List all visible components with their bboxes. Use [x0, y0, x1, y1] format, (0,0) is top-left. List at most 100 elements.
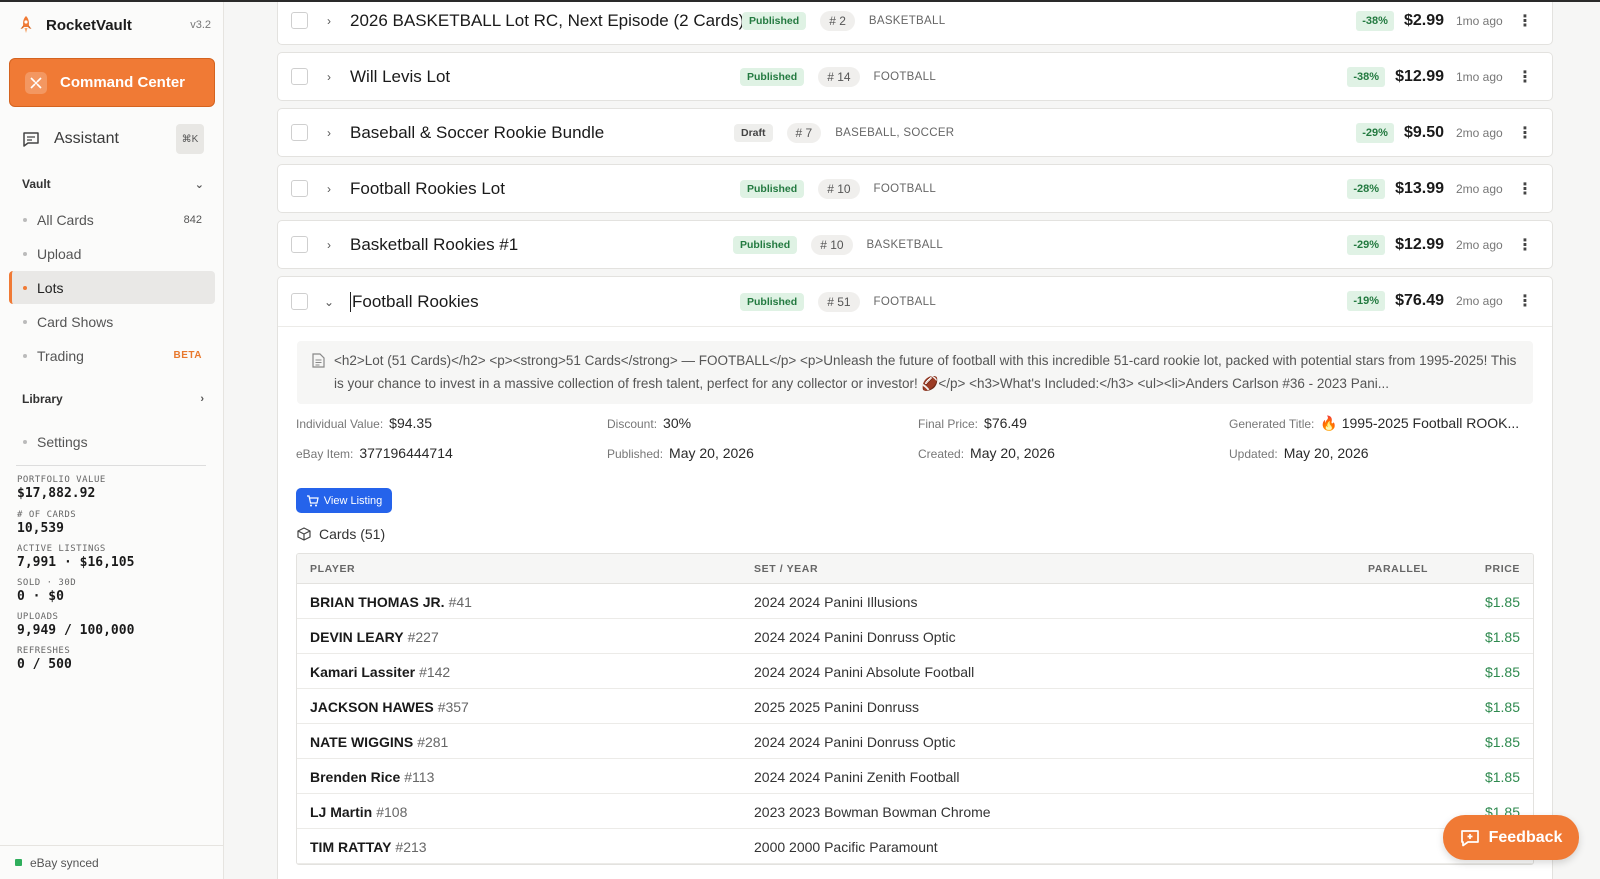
stat-value: $17,882.92 [17, 486, 96, 501]
sync-status-label: eBay synced [30, 855, 99, 870]
table-row[interactable]: BRIAN THOMAS JR. #41 2024 2024 Panini Ill… [297, 584, 1533, 619]
table-row[interactable]: JACKSON HAWES #357 2025 2025 Panini Donru… [297, 689, 1533, 724]
more-options-icon[interactable]: ⋮ [1516, 179, 1534, 199]
more-options-icon[interactable]: ⋮ [1516, 11, 1534, 31]
lot-row[interactable]: › 2026 BASKETBALL Lot RC, Next Episode (… [277, 0, 1553, 45]
card-number: #108 [376, 804, 408, 820]
lot-category: BASKETBALL [868, 14, 946, 27]
column-header-price[interactable]: PRICE [1485, 563, 1520, 575]
lot-pricing: -29% $12.99 2mo ago ⋮ [1347, 221, 1552, 268]
lot-row[interactable]: › Will Levis Lot Published # 14 FOOTBALL… [277, 52, 1553, 101]
lot-pricing: -38% $12.99 1mo ago ⋮ [1347, 53, 1552, 100]
price-cell: $1.85 [1484, 664, 1520, 680]
set-year-cell: 2024 2024 Panini Donruss Optic [754, 734, 956, 750]
detail-value: 🔥 1995-2025 Football ROOK... [1320, 415, 1520, 431]
sidebar: RocketVault v3.2 Command Center Assistan… [0, 0, 224, 879]
detail-label: eBay Item: [296, 447, 354, 461]
discount-badge: -28% [1347, 178, 1386, 199]
set-year-cell: 2024 2024 Panini Zenith Football [754, 769, 960, 785]
cart-icon [306, 494, 319, 506]
column-header-set-year[interactable]: SET / YEAR [754, 563, 818, 575]
detail-updated: Updated: May 20, 2026 [1229, 445, 1369, 461]
player-cell: BRIAN THOMAS JR. #41 [310, 594, 472, 610]
price-cell: $1.85 [1484, 734, 1520, 750]
more-options-icon[interactable]: ⋮ [1516, 235, 1534, 255]
table-row[interactable]: LJ Martin #108 2023 2023 Bowman Bowman Ch… [297, 794, 1533, 829]
command-center-button[interactable]: Command Center [9, 58, 215, 107]
lot-price: $9.50 [1403, 123, 1444, 141]
stat-label: ACTIVE LISTINGS [17, 544, 106, 554]
cards-table: PLAYER SET / YEAR PARALLEL PRICE BRIAN T… [296, 553, 1534, 865]
sidebar-item-trading[interactable]: Trading BETA [9, 339, 215, 372]
price-cell: $1.85 [1484, 769, 1520, 785]
lot-title[interactable]: Football Rookies [350, 291, 479, 312]
library-section-toggle[interactable]: Library › [22, 392, 204, 406]
card-number: #357 [437, 699, 469, 715]
chevron-down-icon: ⌄ [194, 178, 204, 191]
top-border [0, 0, 1600, 2]
lot-meta: Draft # 7 BASEBALL, SOCCER [734, 122, 954, 143]
rocket-logo-icon [20, 16, 32, 33]
lot-select-checkbox[interactable] [291, 236, 308, 253]
card-number: #213 [395, 839, 427, 855]
chevron-right-icon[interactable]: › [323, 238, 335, 252]
sidebar-item-card-shows[interactable]: Card Shows [9, 305, 215, 338]
lot-select-checkbox[interactable] [291, 124, 308, 141]
expanded-lot-panel: ⌄ Football Rookies Published # 51 FOOTBA… [277, 276, 1553, 879]
detail-label: Published: [607, 447, 664, 461]
chevron-down-icon[interactable]: ⌄ [323, 295, 335, 309]
chevron-right-icon[interactable]: › [323, 126, 335, 140]
lot-age: 1mo ago [1456, 13, 1503, 28]
view-listing-button[interactable]: View Listing [296, 488, 392, 513]
sidebar-item-lots[interactable]: Lots [9, 271, 215, 304]
lot-row[interactable]: › Football Rookies Lot Published # 10 FO… [277, 164, 1553, 213]
lot-age: 1mo ago [1456, 69, 1503, 84]
lot-pricing: -19% $76.49 2mo ago ⋮ [1347, 277, 1552, 324]
lot-price: $76.49 [1395, 291, 1444, 309]
lot-select-checkbox[interactable] [291, 12, 308, 29]
vault-section-toggle[interactable]: Vault ⌄ [22, 177, 204, 191]
lot-select-checkbox[interactable] [291, 180, 308, 197]
player-cell: DEVIN LEARY #227 [310, 629, 439, 645]
column-header-parallel[interactable]: PARALLEL [1368, 563, 1428, 575]
lot-meta: Published # 10 BASKETBALL [733, 234, 943, 255]
table-row[interactable]: Kamari Lassiter #142 2024 2024 Panini Abs… [297, 654, 1533, 689]
library-section-label: Library [22, 392, 63, 406]
lot-row[interactable]: › Baseball & Soccer Rookie Bundle Draft … [277, 108, 1553, 157]
table-row[interactable]: NATE WIGGINS #281 2024 2024 Panini Donrus… [297, 724, 1533, 759]
lot-row[interactable]: › Basketball Rookies #1 Published # 10 B… [277, 220, 1553, 269]
detail-published: Published: May 20, 2026 [607, 445, 754, 461]
chevron-right-icon: › [200, 393, 204, 405]
detail-final-price: Final Price: $76.49 [918, 415, 1027, 431]
lot-select-checkbox[interactable] [291, 293, 308, 310]
lot-select-checkbox[interactable] [291, 68, 308, 85]
more-options-icon[interactable]: ⋮ [1516, 123, 1534, 143]
card-number: #281 [417, 734, 449, 750]
sidebar-item-settings[interactable]: Settings [9, 425, 215, 458]
app-name: RocketVault [46, 16, 132, 34]
feedback-button[interactable]: Feedback [1443, 815, 1579, 860]
more-options-icon[interactable]: ⋮ [1516, 67, 1534, 87]
lot-age: 2mo ago [1456, 293, 1503, 308]
assistant-nav[interactable]: Assistant ⌘K [22, 124, 204, 154]
chevron-right-icon[interactable]: › [323, 182, 335, 196]
lot-pricing: -29% $9.50 2mo ago ⋮ [1356, 109, 1552, 156]
chevron-right-icon[interactable]: › [323, 14, 335, 28]
table-row[interactable]: DEVIN LEARY #227 2024 2024 Panini Donruss… [297, 619, 1533, 654]
sidebar-item-all-cards[interactable]: All Cards 842 [9, 203, 215, 236]
brand[interactable]: RocketVault v3.2 [16, 14, 211, 36]
lot-title: Football Rookies Lot [350, 178, 505, 198]
column-header-player[interactable]: PLAYER [310, 563, 355, 575]
expanded-lot-header[interactable]: ⌄ Football Rookies Published # 51 FOOTBA… [278, 277, 1552, 327]
lot-age: 2mo ago [1456, 237, 1503, 252]
card-number: #113 [404, 769, 435, 785]
lot-meta: Published # 2 BASKETBALL [742, 10, 946, 31]
stat-value: 9,949 / 100,000 [17, 623, 135, 638]
cards-heading-label: Cards (51) [319, 526, 386, 542]
more-options-icon[interactable]: ⋮ [1516, 291, 1534, 311]
table-row[interactable]: TIM RATTAY #213 2000 2000 Pacific Paramou… [297, 829, 1533, 864]
sidebar-item-upload[interactable]: Upload [9, 237, 215, 270]
table-row[interactable]: Brenden Rice #113 2024 2024 Panini Zenith… [297, 759, 1533, 794]
chevron-right-icon[interactable]: › [323, 70, 335, 84]
player-cell: TIM RATTAY #213 [310, 839, 427, 855]
